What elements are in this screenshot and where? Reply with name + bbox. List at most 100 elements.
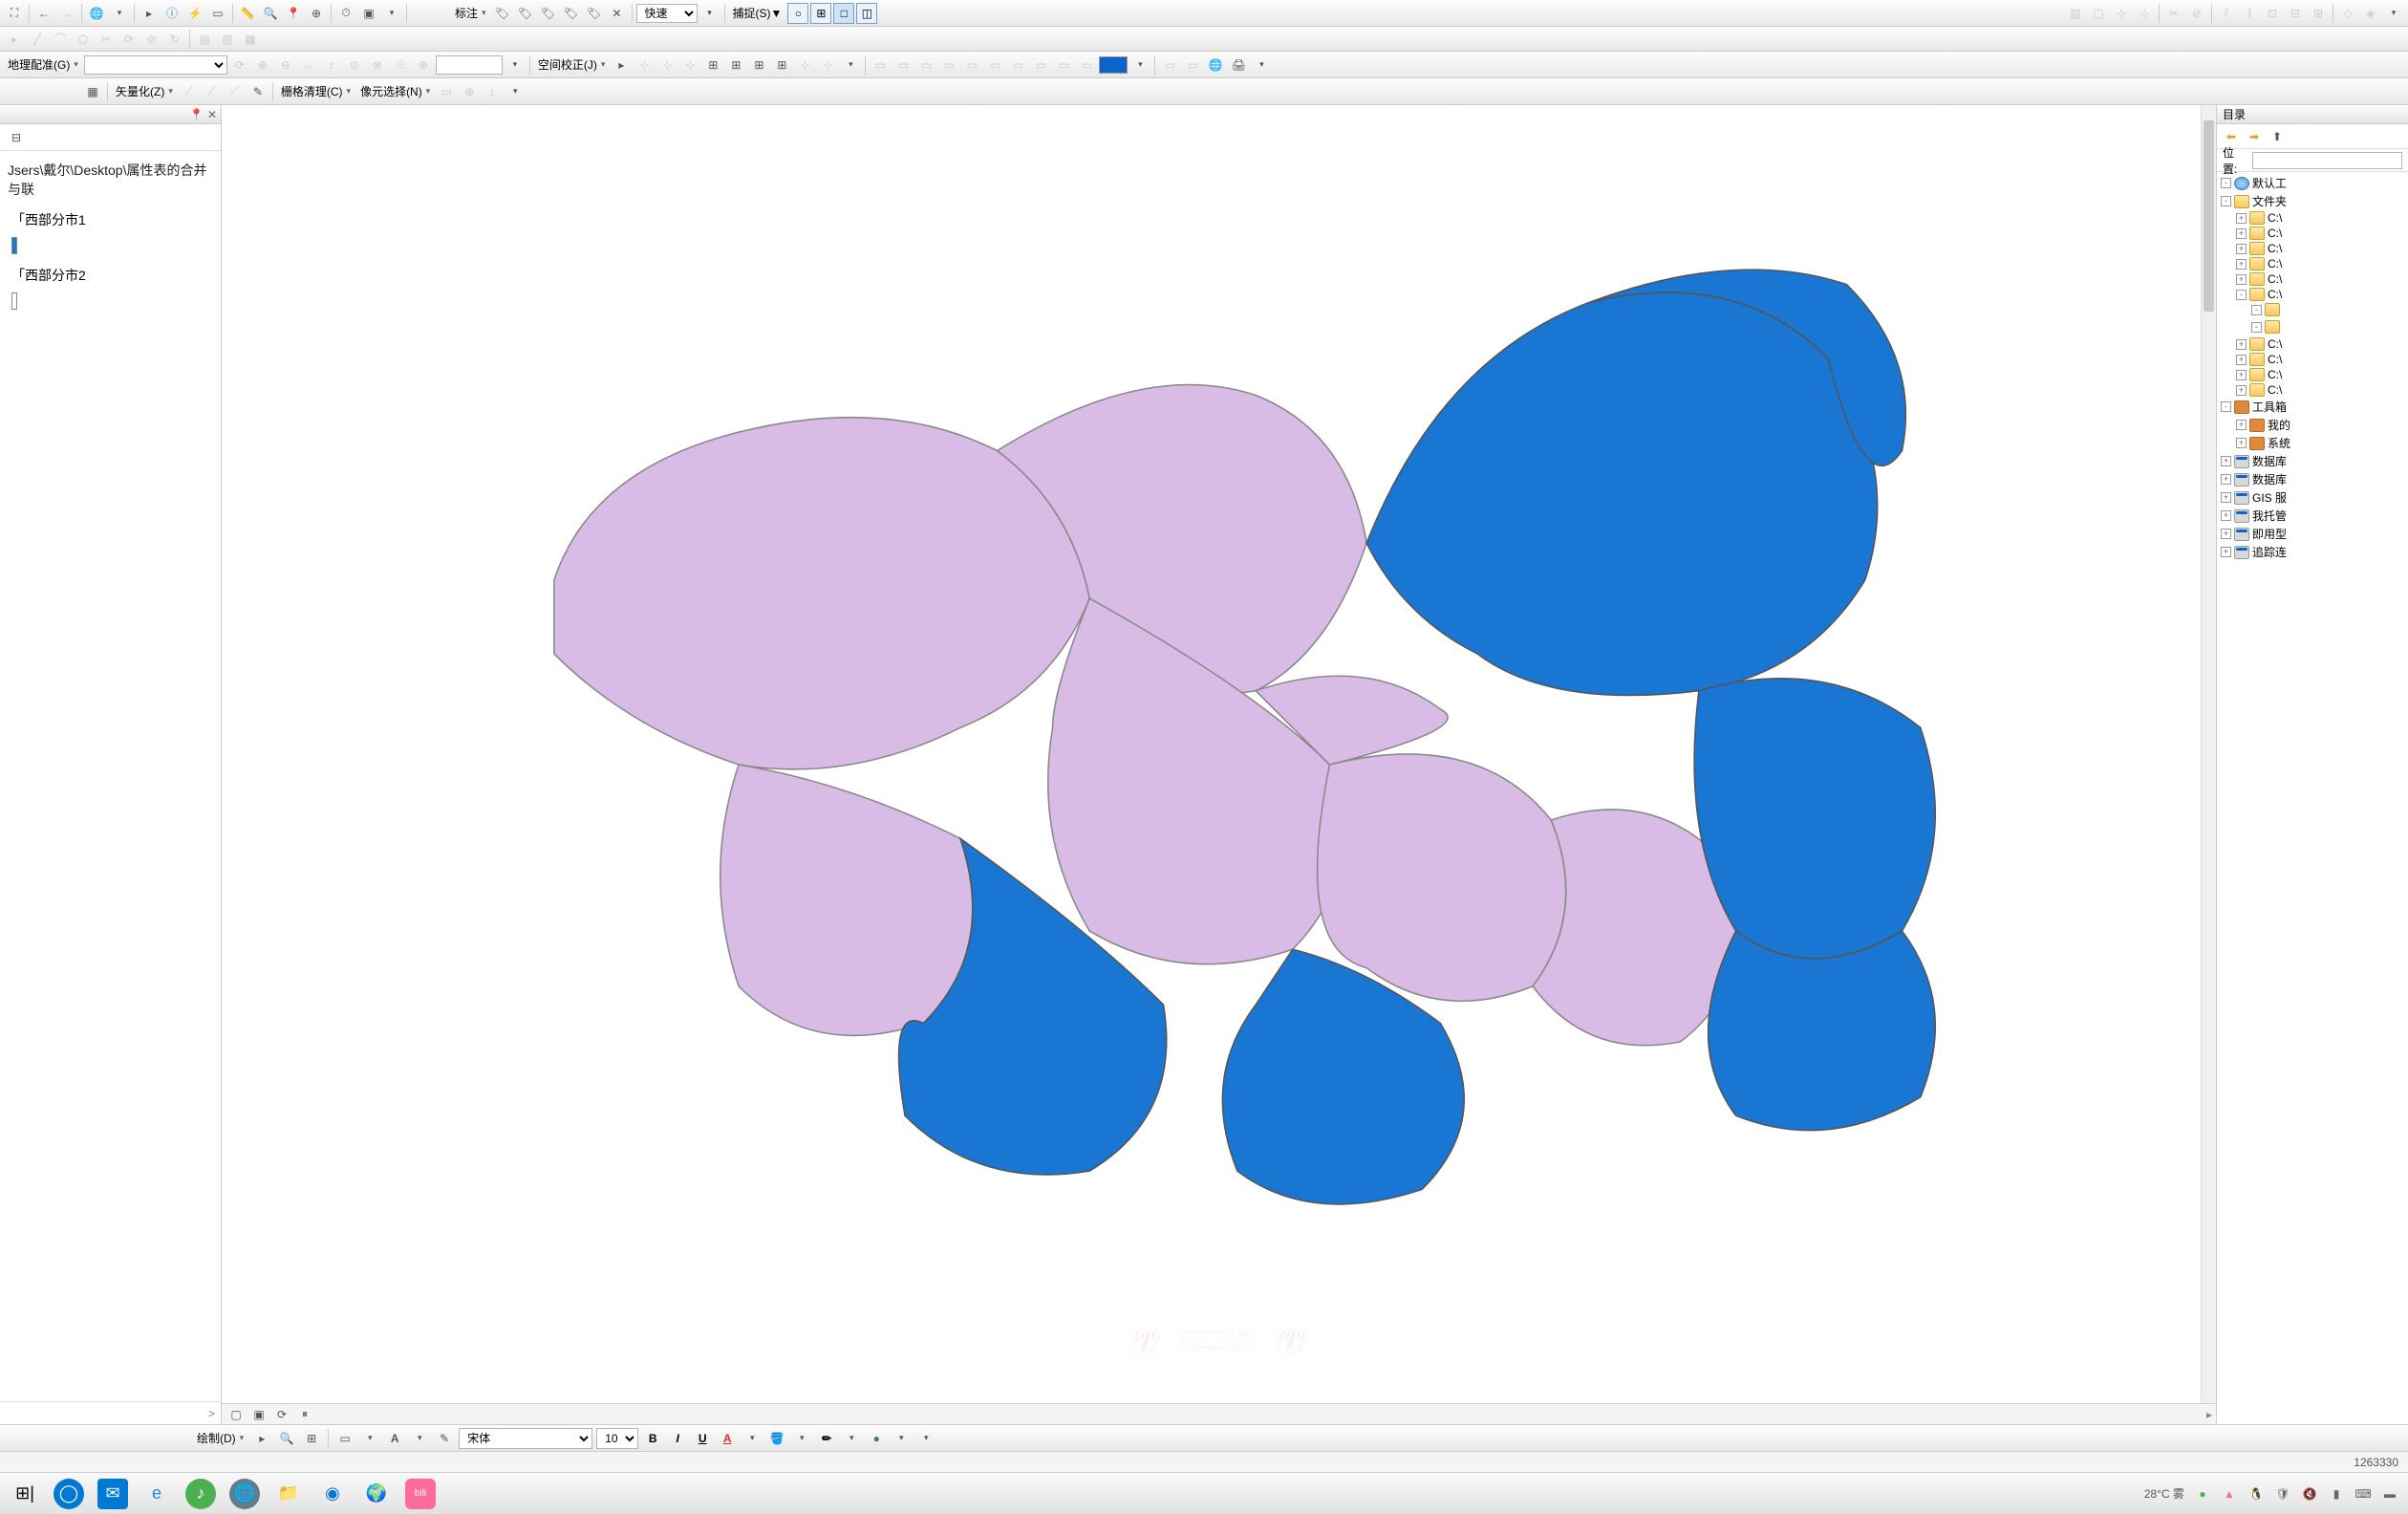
rep-tool8-icon[interactable]: ▭ [1030, 54, 1051, 76]
catalog-tree[interactable]: -默认工-文件夹+C:\+C:\+C:\+C:\+C:\-C:\--+C:\+C… [2217, 172, 2408, 1424]
tree-expander-icon[interactable]: - [2251, 305, 2262, 315]
sa-tool2-icon[interactable]: ⊹ [656, 54, 677, 76]
tree-expander-icon[interactable]: + [2236, 228, 2247, 239]
georef-tool7-icon[interactable]: ⊗ [367, 54, 388, 76]
edge-icon[interactable]: ◉ [317, 1479, 348, 1509]
tree-expander-icon[interactable]: + [2221, 492, 2231, 503]
sa-table2-icon[interactable]: ⊞ [725, 54, 746, 76]
tree-node[interactable]: +数据库 [2217, 452, 2408, 470]
adv-tool8-icon[interactable]: ◇ [2337, 3, 2358, 24]
adv-tool1-icon[interactable]: ✂ [2163, 3, 2184, 24]
sa-tool3-icon[interactable]: ⊹ [679, 54, 700, 76]
font-name-select[interactable]: 宋体 [459, 1428, 592, 1449]
pointer-icon[interactable]: ▸ [139, 3, 160, 24]
color-swatch[interactable] [1099, 56, 1128, 74]
dropdown-caret-icon[interactable]: ▾ [699, 3, 720, 24]
label-tool3-icon[interactable]: 🏷 [538, 3, 559, 24]
px-tool3-icon[interactable]: ↕ [482, 81, 503, 102]
tree-expander-icon[interactable]: - [2236, 290, 2247, 300]
region-baise[interactable] [554, 418, 1089, 769]
overflow-icon[interactable]: ▾ [505, 81, 526, 102]
measure-icon[interactable]: 📏 [237, 3, 258, 24]
tree-node[interactable]: +C:\ [2217, 271, 2408, 287]
fullextent-icon[interactable]: ⛶ [4, 3, 25, 24]
region-liuzhou[interactable] [1366, 292, 1878, 696]
time-slider-icon[interactable]: ⏱ [335, 3, 356, 24]
toc-layer-2[interactable]: 「西部分市2 [0, 258, 221, 289]
layout-view-tab-icon[interactable]: ▣ [248, 1404, 269, 1425]
tree-node[interactable]: +GIS 服 [2217, 488, 2408, 507]
cortana-icon[interactable]: ◯ [54, 1479, 84, 1509]
tray-battery-icon[interactable]: ▬ [2381, 1485, 2398, 1503]
sa-table1-icon[interactable]: ⊞ [702, 54, 723, 76]
map-scrollbar-v[interactable] [2201, 105, 2216, 1403]
tray-shield-icon[interactable]: 🛡 [2274, 1485, 2291, 1503]
tree-expander-icon[interactable]: + [2236, 438, 2247, 448]
edit-target-icon[interactable]: ▦ [240, 29, 261, 50]
tree-node[interactable]: +C:\ [2217, 256, 2408, 271]
tree-expander-icon[interactable]: + [2221, 474, 2231, 485]
location-input[interactable] [2252, 152, 2402, 169]
georef-tool3-icon[interactable]: ⊖ [275, 54, 296, 76]
rep-tool9-icon[interactable]: ▭ [1053, 54, 1074, 76]
fill-color-button[interactable]: 🪣 [766, 1428, 787, 1449]
tree-expander-icon[interactable]: + [2236, 370, 2247, 380]
topo-tool2-icon[interactable]: ▢ [2088, 3, 2109, 24]
tree-expander-icon[interactable]: + [2236, 420, 2247, 430]
region-guigang[interactable] [1318, 754, 1566, 1001]
dropdown-caret-icon[interactable]: ▾ [742, 1428, 763, 1449]
browser2-icon[interactable]: 🌐 [229, 1479, 260, 1509]
tree-node[interactable]: +C:\ [2217, 367, 2408, 382]
hyperlink-icon[interactable]: ⚡ [184, 3, 205, 24]
sa-tool4-icon[interactable]: ⊹ [794, 54, 815, 76]
tree-node[interactable]: -文件夹 [2217, 192, 2408, 210]
scroll-right-icon[interactable]: > [208, 1407, 215, 1420]
tree-expander-icon[interactable]: + [2236, 244, 2247, 254]
overflow-icon[interactable]: ▾ [840, 54, 861, 76]
edit-cut-icon[interactable]: ⊘ [141, 29, 162, 50]
tree-expander-icon[interactable]: + [2221, 510, 2231, 521]
identify-icon[interactable]: ⓘ [161, 3, 183, 24]
edit-poly-icon[interactable]: ⬠ [73, 29, 94, 50]
snap-square-icon[interactable]: □ [833, 3, 854, 24]
draw-grid-icon[interactable]: ⊞ [301, 1428, 322, 1449]
dropdown-caret-icon[interactable]: ▾ [381, 3, 402, 24]
tree-expander-icon[interactable]: + [2236, 213, 2247, 224]
dropdown-caret-icon[interactable]: ▾ [1129, 54, 1150, 76]
overflow-icon[interactable]: ▾ [505, 54, 526, 76]
pause-icon[interactable]: ⏸ [294, 1404, 315, 1425]
pixel-select-dropdown[interactable]: 像元选择(N)▾ [356, 81, 434, 102]
find-icon[interactable]: 🔍 [260, 3, 281, 24]
overflow-icon[interactable]: ▾ [915, 1428, 936, 1449]
close-icon[interactable]: ✕ [207, 108, 217, 121]
window-icon[interactable]: ▣ [358, 3, 379, 24]
topo-tool3-icon[interactable]: ⊹ [2111, 3, 2132, 24]
weather-widget[interactable]: 28°C 雾 [2144, 1485, 2184, 1502]
tray-app2-icon[interactable]: ▲ [2221, 1485, 2238, 1503]
tree-node[interactable]: +C:\ [2217, 210, 2408, 226]
edit-split-icon[interactable]: ✂ [96, 29, 117, 50]
tree-expander-icon[interactable]: + [2236, 274, 2247, 285]
georef-tool9-icon[interactable]: ⊕ [413, 54, 434, 76]
toc-list-icon[interactable]: ⊟ [6, 127, 27, 148]
tree-node[interactable]: +我托管 [2217, 507, 2408, 525]
edit-rotate-icon[interactable]: ↻ [164, 29, 185, 50]
draw-rect-icon[interactable]: ▭ [334, 1428, 355, 1449]
tree-node[interactable]: -工具箱 [2217, 398, 2408, 416]
tree-node[interactable]: +追踪连 [2217, 543, 2408, 561]
font-color-button[interactable]: A [717, 1428, 738, 1449]
vec-tool4-icon[interactable]: ✎ [247, 81, 269, 102]
georef-tool6-icon[interactable]: ⊙ [344, 54, 365, 76]
tree-expander-icon[interactable]: - [2221, 178, 2231, 188]
dropdown-caret-icon[interactable]: ▾ [109, 3, 130, 24]
tree-node[interactable]: +C:\ [2217, 241, 2408, 256]
adv-tool4-icon[interactable]: ⫾ [2239, 3, 2260, 24]
toc-layer-1[interactable]: 「西部分市1 [0, 203, 221, 233]
region-wuzhou[interactable] [1709, 931, 1936, 1131]
html-popup-icon[interactable]: ▭ [207, 3, 228, 24]
topo-tool4-icon[interactable]: ⊹ [2134, 3, 2155, 24]
tree-expander-icon[interactable]: + [2221, 547, 2231, 557]
vec-tool1-icon[interactable]: ⟋ [179, 81, 200, 102]
layout-tool4-icon[interactable]: 🖨 [1228, 54, 1249, 76]
rep-tool3-icon[interactable]: ▭ [915, 54, 936, 76]
